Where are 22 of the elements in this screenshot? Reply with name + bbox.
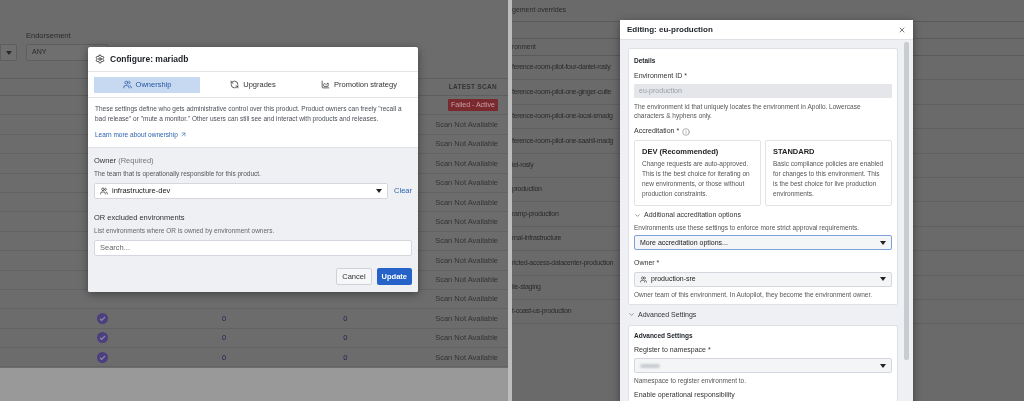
external-link-icon [179, 131, 187, 139]
dialog-title: Configure: mariadb [110, 52, 189, 66]
settings-icon [95, 54, 105, 64]
chevron-down-icon[interactable] [628, 311, 635, 319]
refresh-icon [230, 80, 240, 89]
caret-icon [880, 240, 886, 245]
caret-icon [880, 277, 886, 282]
scrollbar[interactable] [904, 42, 909, 360]
blurred-value [640, 363, 660, 368]
caret-icon [376, 188, 383, 193]
people-icon [640, 275, 647, 283]
people-icon [122, 80, 132, 89]
namespace-select[interactable] [634, 358, 892, 373]
caret-icon [6, 50, 12, 55]
people-icon [100, 186, 108, 195]
info-icon [682, 127, 691, 136]
area-chart-icon [321, 80, 330, 89]
filter-select[interactable] [0, 44, 17, 61]
chevron-down-icon[interactable] [634, 211, 641, 219]
caret-icon [880, 363, 886, 368]
dialog-title: Editing: eu-production [627, 23, 713, 36]
close-icon[interactable] [898, 25, 906, 34]
